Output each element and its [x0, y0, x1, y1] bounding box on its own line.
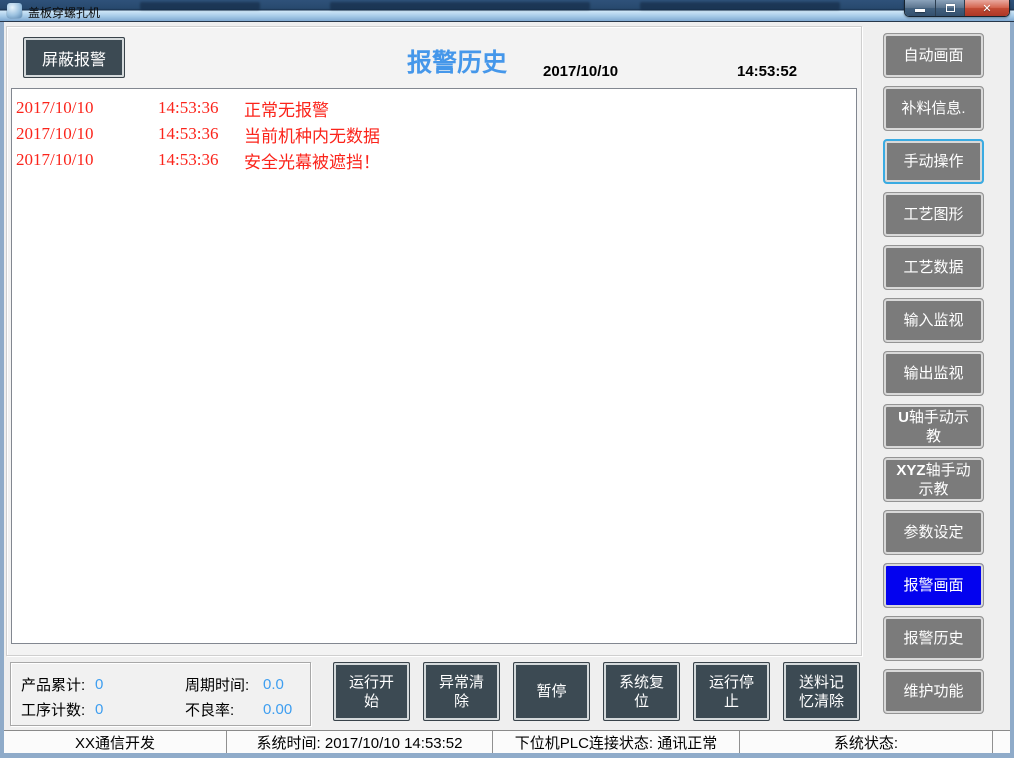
process-count-label: 工序计数:: [21, 699, 95, 720]
alarm-message: 当前机种内无数据: [244, 122, 856, 147]
status-developer: XX通信开发: [4, 731, 227, 753]
sidebar-button-u-axis-teach[interactable]: U轴手动示教: [883, 404, 984, 449]
sidebar-button-input-monitor[interactable]: 输入监视: [883, 298, 984, 343]
alarm-date: 2017/10/10: [16, 150, 158, 170]
alarm-time: 14:53:36: [158, 98, 244, 118]
alarm-history-list: 2017/10/10 14:53:36 正常无报警 2017/10/10 14:…: [11, 88, 857, 644]
button-label: 工艺图形: [903, 205, 963, 224]
run-start-button[interactable]: 运行开始: [333, 662, 410, 721]
button-label: 参数设定: [903, 523, 963, 542]
sidebar-button-process-graphic[interactable]: 工艺图形: [883, 192, 984, 237]
titlebar[interactable]: 盖板穿螺孔机 ✕: [0, 0, 1014, 22]
sidebar-button-parameter-setting[interactable]: 参数设定: [883, 510, 984, 555]
maximize-icon: [946, 4, 955, 12]
minimize-icon: [915, 9, 925, 12]
sidebar-nav: 自动画面 补料信息. 手动操作 工艺图形 工艺数据 输入监视 输出监视 U轴手动…: [883, 33, 984, 714]
defect-rate-label: 不良率:: [185, 699, 263, 720]
button-label: 输出监视: [903, 364, 963, 383]
button-label: 送料记忆清除: [792, 673, 851, 711]
button-label: 手动操作: [903, 152, 963, 171]
status-plc-connection: 下位机PLC连接状态: 通讯正常: [493, 731, 740, 753]
button-label: 维护功能: [903, 682, 963, 701]
product-total-value: 0: [95, 676, 185, 693]
system-reset-button[interactable]: 系统复位: [603, 662, 680, 721]
button-label: 工艺数据: [903, 258, 963, 277]
status-system-time: 系统时间: 2017/10/10 14:53:52: [227, 731, 493, 753]
sidebar-button-auto-screen[interactable]: 自动画面: [883, 33, 984, 78]
alarm-row[interactable]: 2017/10/10 14:53:36 安全光幕被遮挡！: [16, 147, 856, 173]
sidebar-button-output-monitor[interactable]: 输出监视: [883, 351, 984, 396]
pause-button[interactable]: 暂停: [513, 662, 590, 721]
button-label: 报警画面: [903, 576, 963, 595]
sidebar-button-alarm-history[interactable]: 报警历史: [883, 616, 984, 661]
alarm-message: 安全光幕被遮挡！: [244, 148, 856, 173]
mask-alarm-button[interactable]: 屏蔽报警: [23, 37, 125, 78]
window-title: 盖板穿螺孔机: [28, 4, 100, 21]
button-label: 运行开始: [342, 673, 401, 711]
maximize-button[interactable]: [935, 0, 965, 16]
alarm-time: 14:53:36: [158, 150, 244, 170]
button-label: 报警历史: [903, 629, 963, 648]
stats-row: 工序计数: 0 不良率: 0.00: [21, 697, 310, 722]
production-stats-panel: 产品累计: 0 周期时间: 0.0 工序计数: 0 不良率: 0.00: [10, 662, 311, 726]
button-label: 暂停: [536, 682, 566, 701]
button-label: 运行停止: [702, 673, 761, 711]
button-label: 输入监视: [903, 311, 963, 330]
titlebar-reflection: [330, 2, 590, 10]
button-label: 补料信息.: [901, 99, 965, 118]
button-label: 自动画面: [903, 46, 963, 65]
status-system-state: 系统状态:: [740, 731, 993, 753]
app-window: 盖板穿螺孔机 ✕ 屏蔽报警 报警历史 2017/10/10 14:53:52 2…: [0, 0, 1014, 758]
sidebar-button-maintenance[interactable]: 维护功能: [883, 669, 984, 714]
button-label: U轴手动示教: [893, 408, 974, 446]
alarm-row[interactable]: 2017/10/10 14:53:36 正常无报警: [16, 95, 856, 121]
close-icon: ✕: [982, 2, 991, 15]
client-area: 屏蔽报警 报警历史 2017/10/10 14:53:52 2017/10/10…: [0, 22, 1014, 758]
status-bar: XX通信开发 系统时间: 2017/10/10 14:53:52 下位机PLC连…: [4, 730, 1010, 753]
status-grip-area: [993, 731, 1010, 753]
button-label: 异常清除: [432, 673, 491, 711]
header-date: 2017/10/10: [543, 63, 618, 80]
page-title: 报警历史: [407, 43, 507, 79]
sidebar-button-process-data[interactable]: 工艺数据: [883, 245, 984, 290]
run-stop-button[interactable]: 运行停止: [693, 662, 770, 721]
alarm-message: 正常无报警: [244, 96, 856, 121]
header-time: 14:53:52: [737, 63, 797, 80]
button-label: 系统复位: [612, 673, 671, 711]
sidebar-button-manual-operation[interactable]: 手动操作: [883, 139, 984, 184]
defect-rate-value: 0.00: [263, 701, 292, 718]
minimize-button[interactable]: [905, 0, 935, 16]
feed-memory-clear-button[interactable]: 送料记忆清除: [783, 662, 860, 721]
sidebar-button-xyz-axis-teach[interactable]: XYZ轴手动示教: [883, 457, 984, 502]
error-clear-button[interactable]: 异常清除: [423, 662, 500, 721]
alarm-date: 2017/10/10: [16, 124, 158, 144]
alarm-row[interactable]: 2017/10/10 14:53:36 当前机种内无数据: [16, 121, 856, 147]
close-button[interactable]: ✕: [965, 0, 1009, 16]
sidebar-button-alarm-screen[interactable]: 报警画面: [883, 563, 984, 608]
titlebar-reflection: [640, 2, 840, 10]
alarm-history-panel: 屏蔽报警 报警历史 2017/10/10 14:53:52 2017/10/10…: [6, 26, 862, 656]
alarm-date: 2017/10/10: [16, 98, 158, 118]
app-icon: [7, 3, 22, 18]
process-count-value: 0: [95, 701, 185, 718]
button-label: XYZ轴手动示教: [893, 461, 974, 499]
stats-row: 产品累计: 0 周期时间: 0.0: [21, 672, 310, 697]
cycle-time-label: 周期时间:: [185, 674, 263, 695]
window-controls: ✕: [904, 0, 1010, 17]
product-total-label: 产品累计:: [21, 674, 95, 695]
alarm-time: 14:53:36: [158, 124, 244, 144]
cycle-time-value: 0.0: [263, 676, 284, 693]
titlebar-reflection: [140, 2, 260, 10]
sidebar-button-refill-info[interactable]: 补料信息.: [883, 86, 984, 131]
